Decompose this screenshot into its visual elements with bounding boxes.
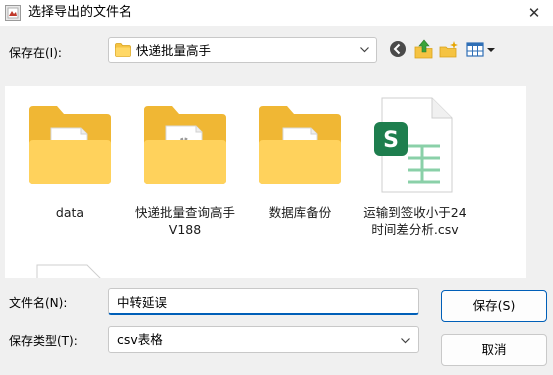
back-icon — [390, 41, 406, 57]
filename-label: 文件名(N): — [9, 296, 68, 310]
app-icon — [5, 5, 21, 21]
view-menu-button[interactable] — [465, 38, 497, 60]
up-folder-icon — [414, 39, 433, 59]
close-icon: ✕ — [527, 4, 541, 22]
window-title: 选择导出的文件名 — [28, 5, 133, 20]
spreadsheet-file-icon: S — [374, 97, 453, 193]
cancel-button[interactable]: 取消 — [441, 334, 547, 366]
chevron-down-icon — [360, 47, 369, 53]
folder-icon — [259, 106, 341, 184]
location-combo[interactable]: 快递批量高手 — [108, 37, 377, 63]
file-name: data — [55, 205, 85, 220]
chevron-down-icon — [401, 338, 410, 344]
up-folder-button[interactable] — [413, 38, 435, 60]
back-button[interactable] — [388, 38, 408, 60]
file-item-db-backup[interactable]: 数据库备份 — [245, 104, 355, 220]
file-item-data[interactable]: data — [15, 104, 125, 220]
file-name: 运输到签收小于24 时间差分析.csv — [363, 205, 467, 237]
file-name: 数据库备份 — [268, 205, 332, 220]
file-name: 快递批量查询高手 V188 — [134, 205, 235, 237]
view-menu-icon — [466, 42, 495, 57]
folder-icon — [115, 43, 131, 57]
title-bar: 选择导出的文件名 ✕ — [0, 0, 553, 26]
new-folder-icon — [439, 41, 458, 58]
document-icon — [36, 264, 101, 278]
close-button[interactable]: ✕ — [520, 2, 548, 24]
filetype-select[interactable]: csv表格 — [108, 326, 419, 353]
filetype-label: 保存类型(T): — [9, 334, 78, 348]
filename-input[interactable] — [108, 288, 419, 315]
sheet-letter: S — [383, 128, 399, 153]
file-item-kuaidi-v188[interactable]: 快递批量查询高手 V188 — [130, 104, 240, 237]
folder-icon — [29, 106, 111, 184]
location-value: 快递批量高手 — [136, 43, 212, 58]
save-button[interactable]: 保存(S) — [441, 290, 547, 322]
new-folder-button[interactable] — [439, 38, 459, 60]
file-item-csv[interactable]: S 运输到签收小于24 时间差分析.csv — [360, 96, 470, 237]
filetype-value: csv表格 — [117, 332, 163, 347]
save-in-label: 保存在(I): — [9, 46, 62, 60]
file-list-pane[interactable]: data 快递批量查询高手 V188 数据库备份 S 运输到签收小于24 时间差… — [5, 86, 526, 278]
folder-icon — [144, 106, 226, 184]
